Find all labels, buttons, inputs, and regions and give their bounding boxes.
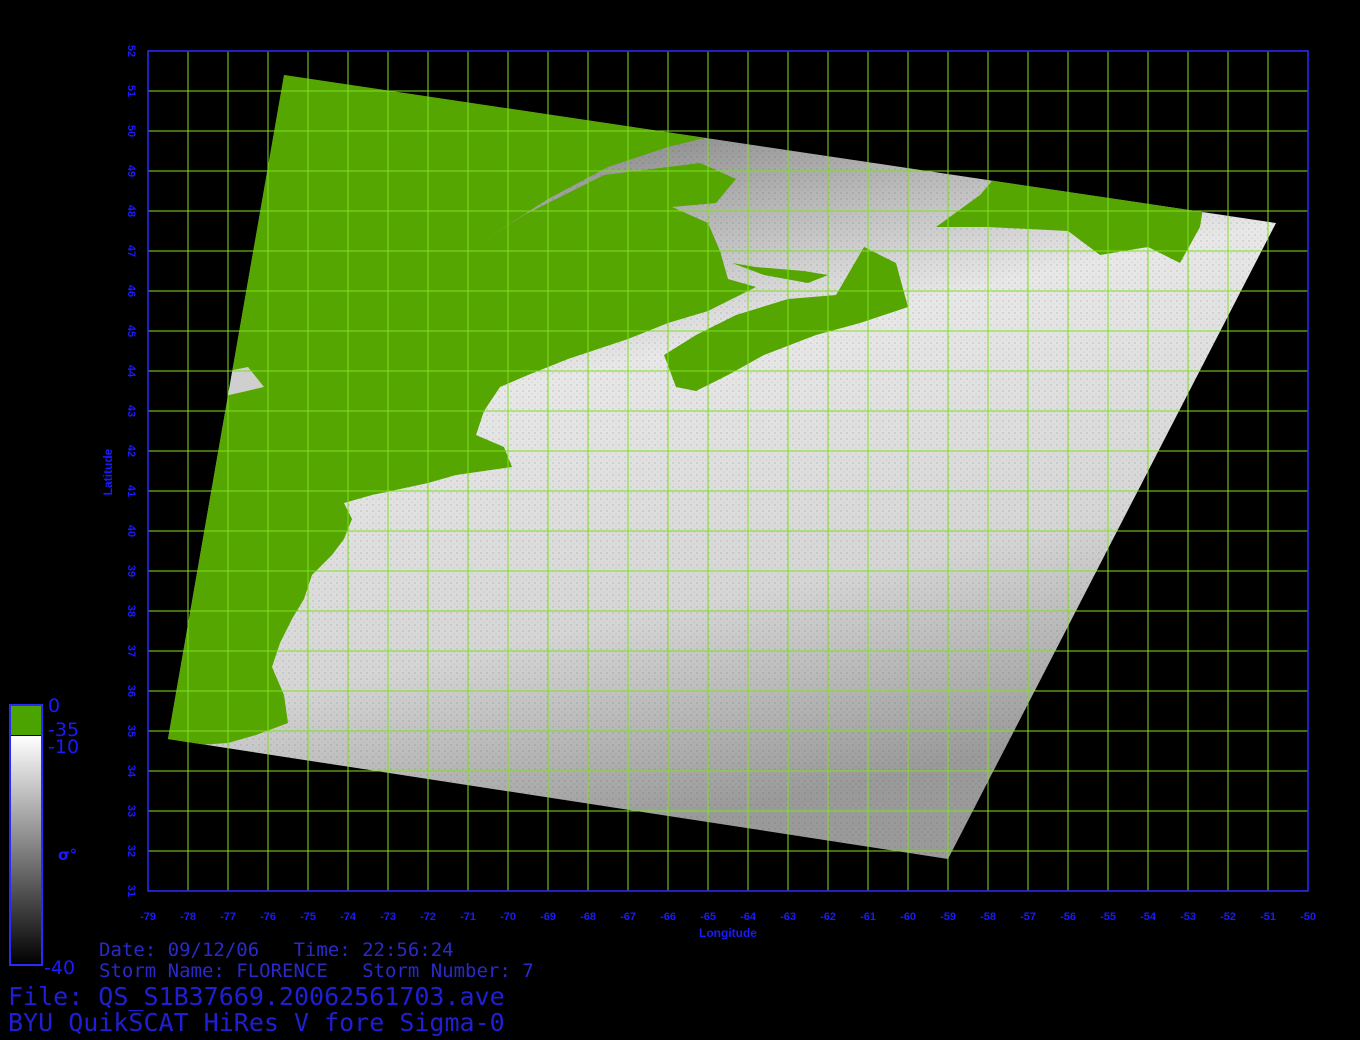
lon-tick-label: -60 <box>900 911 916 923</box>
lat-tick-label: 52 <box>125 45 137 57</box>
lon-tick-label: -79 <box>140 911 156 923</box>
lat-tick-label: 45 <box>125 325 137 337</box>
colorbar-label-sigma-bottom: -40 <box>44 957 75 979</box>
lat-tick-label: 51 <box>125 85 137 97</box>
lon-tick-label: -70 <box>500 911 516 923</box>
lon-tick-label: -78 <box>180 911 196 923</box>
lat-tick-label: 39 <box>125 565 137 577</box>
colorbar-label-sigma-top: -10 <box>48 736 79 758</box>
lon-tick-label: -73 <box>380 911 396 923</box>
lat-tick-label: 37 <box>125 645 137 657</box>
lat-tick-label: 41 <box>125 485 137 497</box>
lat-tick-label: 35 <box>125 725 137 737</box>
lat-tick-label: 34 <box>125 765 137 778</box>
lon-tick-label: -75 <box>300 911 316 923</box>
colorbar-land-segment <box>10 705 42 735</box>
lon-tick-label: -63 <box>780 911 796 923</box>
lon-tick-label: -54 <box>1140 911 1157 923</box>
lon-tick-label: -62 <box>820 911 836 923</box>
lat-tick-label: 38 <box>125 605 137 617</box>
lon-tick-label: -56 <box>1060 911 1076 923</box>
lon-tick-label: -76 <box>260 911 276 923</box>
swath-image <box>168 75 1276 859</box>
lat-tick-label: 31 <box>125 885 137 897</box>
lat-tick-label: 47 <box>125 245 137 257</box>
y-axis-title: Latitude <box>101 448 115 495</box>
lon-tick-label: -51 <box>1260 911 1276 923</box>
lat-tick-label: 43 <box>125 405 137 417</box>
storm-line: Storm Name: FLORENCE Storm Number: 7 <box>99 960 534 982</box>
lon-tick-label: -68 <box>580 911 596 923</box>
lon-tick-label: -52 <box>1220 911 1236 923</box>
date-time-line: Date: 09/12/06 Time: 22:56:24 <box>99 939 454 961</box>
lon-tick-label: -67 <box>620 911 636 923</box>
lon-tick-label: -50 <box>1300 911 1316 923</box>
lon-tick-label: -66 <box>660 911 676 923</box>
lat-tick-label: 46 <box>125 285 137 297</box>
lat-tick-label: 49 <box>125 165 137 177</box>
lon-tick-label: -58 <box>980 911 996 923</box>
lon-tick-label: -59 <box>940 911 956 923</box>
lat-tick-label: 48 <box>125 205 137 217</box>
lat-tick-label: 40 <box>125 525 137 537</box>
x-axis-title: Longitude <box>699 926 757 940</box>
lon-tick-label: -77 <box>220 911 236 923</box>
lat-tick-label: 36 <box>125 685 137 697</box>
file-line: File: QS_S1B37669.20062561703.ave <box>8 982 505 1011</box>
lat-tick-label: 50 <box>125 125 137 137</box>
lat-tick-label: 33 <box>125 805 137 817</box>
lon-tick-label: -64 <box>740 911 757 923</box>
lat-tick-label: 32 <box>125 845 137 857</box>
colorbar-symbol: σ° <box>58 846 77 864</box>
lon-tick-label: -57 <box>1020 911 1036 923</box>
colorbar-sigma0-segment <box>10 736 42 965</box>
colorbar-label-land-top: 0 <box>48 695 60 717</box>
lon-tick-label: -53 <box>1180 911 1196 923</box>
colorbar: 0 -35 -10 -40 σ° <box>9 695 79 979</box>
lon-tick-label: -72 <box>420 911 436 923</box>
lon-tick-label: -61 <box>860 911 876 923</box>
lon-tick-label: -55 <box>1100 911 1116 923</box>
lat-tick-label: 44 <box>125 365 137 378</box>
lon-tick-label: -74 <box>340 911 357 923</box>
lon-tick-label: -71 <box>460 911 476 923</box>
sigma0-map: -79 -78 -77 -76 -75 -74 -73 -72 -71 -70 -69 -68 -67 -… <box>9 45 1316 979</box>
product-line: BYU QuikSCAT HiRes V fore Sigma-0 <box>8 1008 505 1037</box>
lat-tick-label: 42 <box>125 445 137 457</box>
lon-tick-label: -69 <box>540 911 556 923</box>
lon-tick-label: -65 <box>700 911 716 923</box>
